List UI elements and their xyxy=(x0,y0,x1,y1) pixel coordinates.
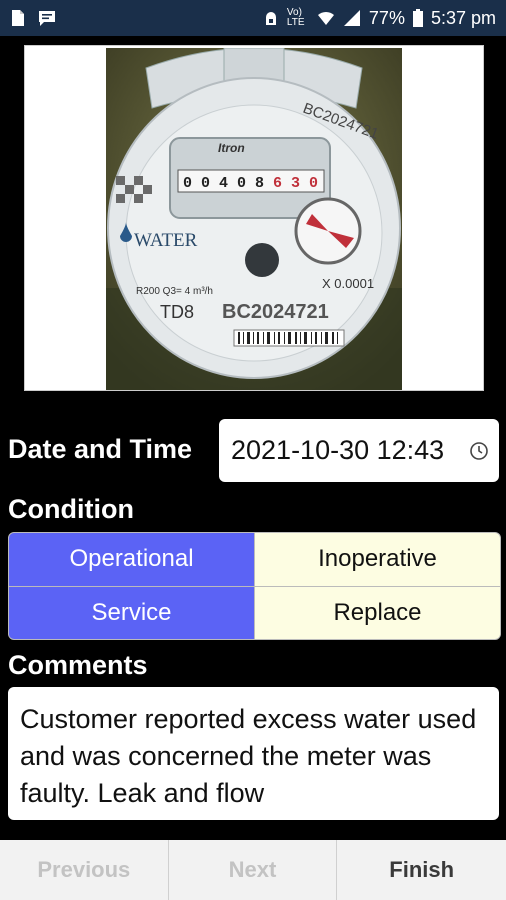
svg-text:0: 0 xyxy=(183,175,192,192)
meter-brand: Itron xyxy=(218,141,245,155)
meter-serial-bottom: BC2024721 xyxy=(222,301,329,323)
condition-selector: Operational Inoperative Service Replace xyxy=(8,532,501,640)
wifi-icon xyxy=(317,11,334,25)
battery-percent: 77% xyxy=(368,7,405,28)
signal-icon xyxy=(343,10,360,26)
previous-button[interactable]: Previous xyxy=(0,840,169,900)
date-time-label: Date and Time xyxy=(8,434,193,464)
svg-text:8: 8 xyxy=(255,175,264,192)
bottom-nav: Previous Next Finish xyxy=(0,840,506,900)
svg-text:4: 4 xyxy=(219,175,228,192)
date-time-value: 2021-10-30 12:43 xyxy=(231,435,445,465)
condition-label: Condition xyxy=(8,494,134,524)
svg-text:0: 0 xyxy=(237,175,246,192)
condition-replace-button[interactable]: Replace xyxy=(255,586,500,639)
status-bar: Vo) LTE 77% 5:37 pm xyxy=(0,0,506,36)
finish-button[interactable]: Finish xyxy=(337,840,506,900)
document-notification-icon xyxy=(12,10,24,26)
svg-text:3: 3 xyxy=(291,175,300,192)
meter-photo[interactable]: Itron 0 0 4 0 8 6 3 0 BC2024721 WATER R2… xyxy=(106,48,402,390)
meter-reading-digits: 0 0 4 0 8 6 3 0 xyxy=(177,169,325,193)
message-notification-icon xyxy=(39,11,55,26)
condition-service-button[interactable]: Service xyxy=(9,586,254,639)
condition-inoperative-button[interactable]: Inoperative xyxy=(255,533,500,586)
meter-logo-text: WATER xyxy=(134,230,198,251)
volte-label: Vo) LTE xyxy=(286,7,305,28)
next-button[interactable]: Next xyxy=(169,840,338,900)
meter-multiplier: X 0.0001 xyxy=(322,276,374,291)
battery-icon xyxy=(412,9,423,27)
comments-label: Comments xyxy=(8,650,148,680)
svg-text:0: 0 xyxy=(309,175,318,192)
clock-time: 5:37 pm xyxy=(430,7,496,28)
svg-text:6: 6 xyxy=(273,175,282,192)
alarm-icon xyxy=(265,12,276,25)
water-meter-image: Itron 0 0 4 0 8 6 3 0 BC2024721 WATER R2… xyxy=(106,48,402,390)
comments-textarea[interactable]: Customer reported excess water used and … xyxy=(8,687,499,820)
date-time-field[interactable]: 2021-10-30 12:43 xyxy=(219,419,499,482)
svg-text:0: 0 xyxy=(201,175,210,192)
meter-model: TD8 xyxy=(160,302,194,322)
meter-spec: R200 Q3= 4 m³/h xyxy=(136,286,213,297)
clock-icon xyxy=(470,442,488,460)
condition-operational-button[interactable]: Operational xyxy=(9,533,254,586)
